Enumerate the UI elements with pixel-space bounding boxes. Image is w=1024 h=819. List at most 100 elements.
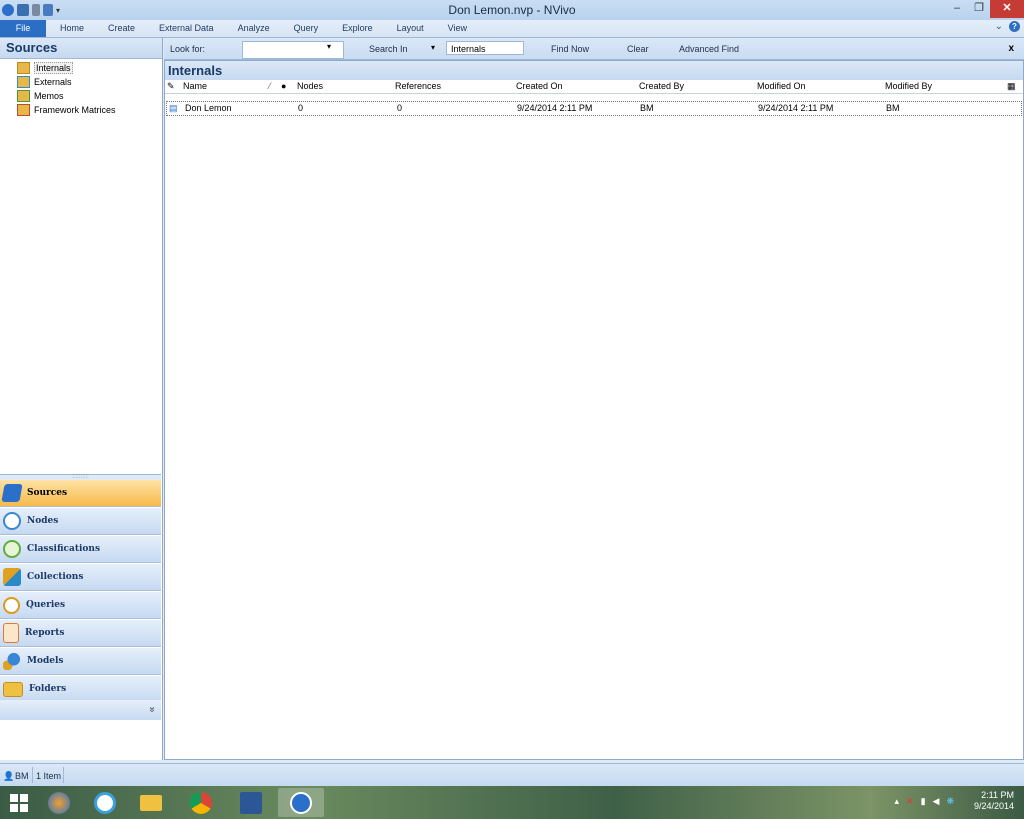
media-player-icon (48, 791, 70, 814)
restore-button[interactable]: ❐ (968, 0, 990, 18)
tree-item-internals[interactable]: Internals (0, 61, 162, 75)
help-icon[interactable]: ? (1009, 21, 1020, 32)
show-hidden-icons-icon[interactable]: ▴ (895, 796, 900, 807)
nav-classifications-button[interactable]: Classifications (0, 536, 161, 563)
column-references[interactable]: References (395, 81, 441, 91)
status-user: BM (15, 771, 29, 781)
taskbar-file-explorer[interactable] (128, 788, 174, 817)
nav-label: Models (27, 656, 64, 666)
chevron-down-icon[interactable]: » (147, 707, 158, 713)
column-name[interactable]: Name (183, 81, 207, 91)
ribbon-tabs: File Home Create External Data Analyze Q… (0, 20, 1024, 38)
nav-sources-button[interactable]: Sources (0, 480, 161, 507)
start-button[interactable] (2, 788, 36, 817)
search-in-label[interactable]: Search In (369, 44, 408, 54)
clear-button[interactable]: Clear (627, 44, 649, 54)
window-controls: – ❐ ✕ (946, 0, 1024, 18)
title-bar: ▾ Don Lemon.nvp - NVivo – ❐ ✕ (0, 0, 1024, 20)
externals-folder-icon (17, 76, 30, 88)
status-separator (32, 767, 33, 783)
queries-icon (3, 596, 20, 614)
tab-query[interactable]: Query (282, 20, 331, 37)
memos-folder-icon (17, 90, 30, 102)
status-bar: 👤 BM 1 Item (0, 763, 1024, 786)
status-item-count: 1 Item (36, 771, 62, 781)
search-in-field[interactable]: Internals (446, 41, 524, 55)
tree-item-externals[interactable]: Externals (0, 75, 162, 89)
tree-item-label: Externals (34, 77, 72, 87)
find-now-button[interactable]: Find Now (551, 44, 589, 54)
tree-item-memos[interactable]: Memos (0, 89, 162, 103)
column-nodes[interactable]: Nodes (297, 81, 323, 91)
cell-nodes: 0 (298, 103, 304, 113)
column-chooser-icon[interactable]: ▦ (1007, 81, 1016, 92)
taskbar-clock[interactable]: 2:11 PM 9/24/2014 (974, 790, 1014, 812)
taskbar: ▴ ✕ ▮ ◀ ❋ 2:11 PM 9/24/2014 (0, 786, 1024, 819)
tab-analyze[interactable]: Analyze (226, 20, 282, 37)
cell-references: 0 (397, 103, 403, 113)
find-bar: Look for: ▾ Search In ▾ Internals Find N… (164, 38, 1024, 60)
column-created-on[interactable]: Created On (516, 81, 563, 91)
nav-collections-button[interactable]: Collections (0, 564, 161, 591)
pin-icon[interactable]: ✎ (167, 81, 175, 92)
reports-icon (3, 623, 19, 643)
volume-icon[interactable]: ◀ (933, 796, 940, 807)
tab-view[interactable]: View (436, 20, 479, 37)
close-find-bar-button[interactable]: x (1008, 43, 1014, 54)
sort-indicator-icon: ⁄ (269, 81, 271, 91)
window-title: Don Lemon.nvp - NVivo (448, 3, 576, 17)
table-row[interactable]: ▤ Don Lemon 0 0 9/24/2014 2:11 PM BM 9/2… (166, 101, 1022, 116)
look-for-dropdown-icon[interactable]: ▾ (327, 42, 331, 51)
tab-external-data[interactable]: External Data (147, 20, 226, 37)
cell-created-on: 9/24/2014 2:11 PM (517, 103, 593, 113)
tab-file[interactable]: File (0, 20, 46, 37)
user-icon: 👤 (3, 771, 15, 781)
internet-explorer-icon (94, 791, 116, 814)
taskbar-media-player[interactable] (36, 788, 82, 817)
tab-explore[interactable]: Explore (330, 20, 385, 37)
nav-label: Collections (27, 572, 84, 582)
close-button[interactable]: ✕ (990, 0, 1024, 18)
nav-overflow: » (0, 700, 161, 720)
tab-create[interactable]: Create (96, 20, 147, 37)
cell-modified-by: BM (886, 103, 900, 113)
app-tray-icon[interactable]: ❋ (946, 796, 954, 807)
status-separator (63, 767, 64, 783)
column-modified-on[interactable]: Modified On (757, 81, 806, 91)
ribbon-collapse-icon[interactable]: ⌄ (995, 21, 1003, 32)
taskbar-word[interactable] (228, 788, 274, 817)
folders-icon (3, 681, 23, 697)
column-created-by[interactable]: Created By (639, 81, 684, 91)
folder-open-icon (17, 62, 30, 74)
list-view: Internals ✎ Name ⁄ ● Nodes References Cr… (164, 60, 1024, 760)
collections-icon (3, 568, 21, 586)
clock-time: 2:11 PM (981, 790, 1014, 800)
taskbar-internet-explorer[interactable] (82, 788, 128, 817)
taskbar-chrome[interactable] (178, 788, 224, 817)
chrome-icon (190, 791, 212, 814)
framework-matrices-icon (17, 104, 30, 116)
tab-layout[interactable]: Layout (385, 20, 436, 37)
advanced-find-button[interactable]: Advanced Find (679, 44, 739, 54)
nav-reports-button[interactable]: Reports (0, 620, 161, 647)
nav-folders-button[interactable]: Folders (0, 676, 161, 703)
signal-icon[interactable]: ▮ (921, 796, 926, 807)
look-for-label: Look for: (170, 44, 206, 54)
minimize-button[interactable]: – (946, 0, 968, 18)
tab-home[interactable]: Home (46, 20, 96, 37)
taskbar-nvivo[interactable] (278, 788, 324, 817)
tree-item-label: Framework Matrices (34, 105, 116, 115)
nav-label: Folders (29, 684, 67, 694)
tree-item-framework-matrices[interactable]: Framework Matrices (0, 103, 162, 117)
nav-queries-button[interactable]: Queries (0, 592, 161, 619)
nav-models-button[interactable]: Models (0, 648, 161, 675)
list-view-title: Internals (165, 61, 1023, 80)
search-in-dropdown-icon[interactable]: ▾ (431, 43, 435, 52)
sources-pane-title: Sources (0, 38, 162, 59)
nav-nodes-button[interactable]: Nodes (0, 508, 161, 535)
network-icon[interactable]: ✕ (906, 796, 914, 807)
nav-label: Nodes (27, 516, 59, 526)
nav-label: Sources (27, 488, 68, 498)
column-modified-by[interactable]: Modified By (885, 81, 932, 91)
navigation-buttons: Sources Nodes Classifications Collection… (0, 480, 161, 704)
